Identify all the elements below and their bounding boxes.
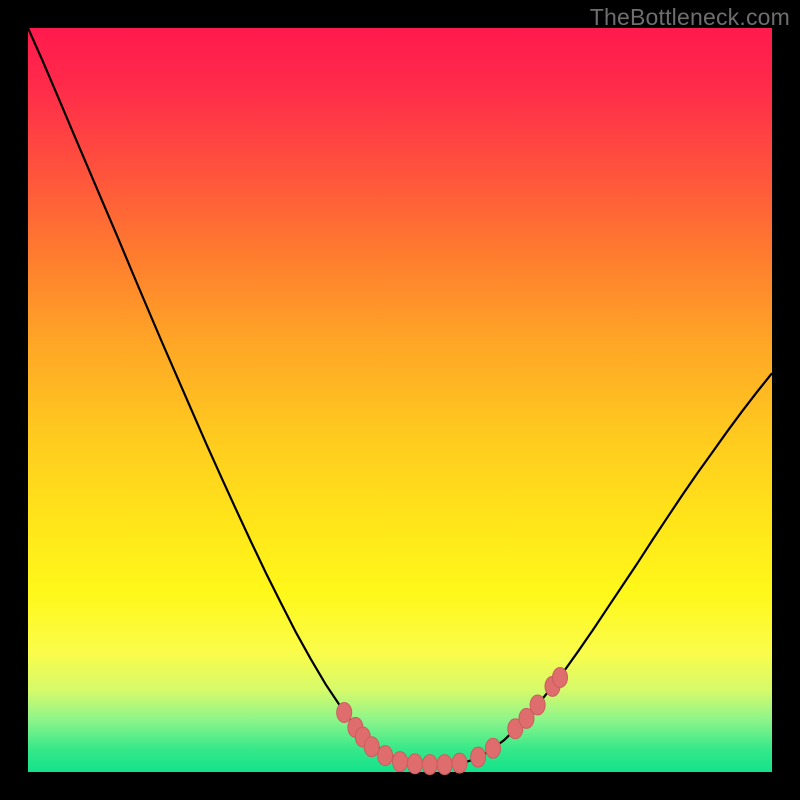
data-marker bbox=[364, 737, 379, 757]
chart-svg bbox=[28, 28, 772, 772]
data-marker bbox=[452, 753, 467, 773]
data-marker bbox=[486, 738, 501, 758]
data-marker bbox=[553, 668, 568, 688]
bottleneck-curve bbox=[28, 28, 772, 765]
data-marker bbox=[437, 755, 452, 775]
data-marker bbox=[407, 754, 422, 774]
data-marker bbox=[378, 746, 393, 766]
plot-area bbox=[28, 28, 772, 772]
data-marker bbox=[337, 703, 352, 723]
data-marker bbox=[422, 755, 437, 775]
marker-group bbox=[337, 668, 568, 775]
watermark-text: TheBottleneck.com bbox=[590, 4, 790, 31]
chart-frame: TheBottleneck.com bbox=[0, 0, 800, 800]
data-marker bbox=[530, 695, 545, 715]
data-marker bbox=[471, 747, 486, 767]
data-marker bbox=[393, 752, 408, 772]
